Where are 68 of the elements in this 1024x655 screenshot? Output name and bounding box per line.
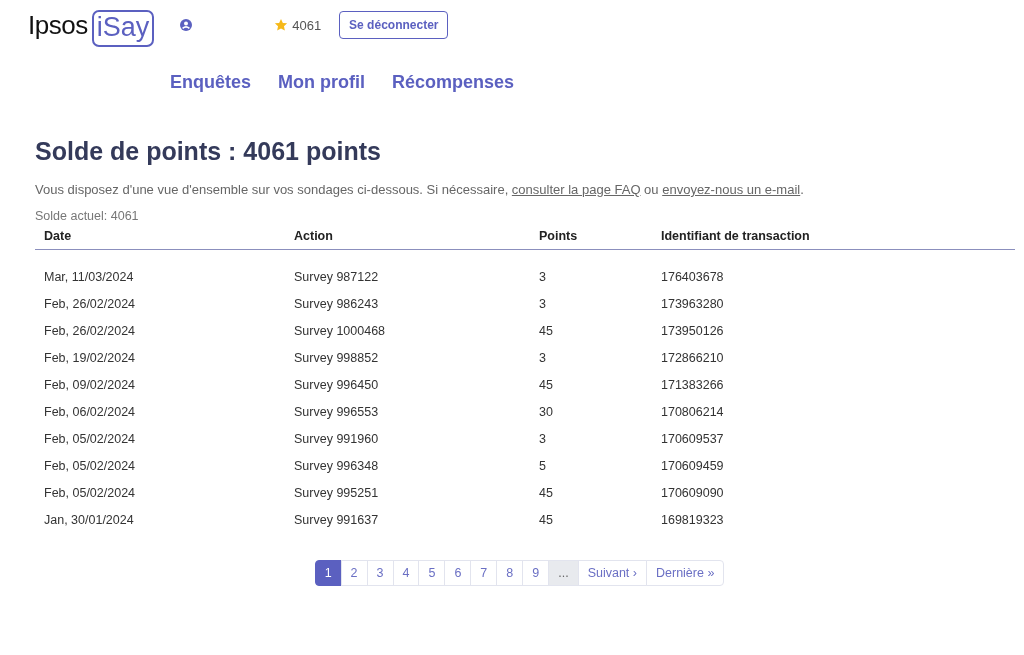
logout-button[interactable]: Se déconnecter: [339, 11, 449, 39]
table-cell-text: 3: [538, 350, 547, 367]
table-cell-text: 172866210: [660, 350, 725, 367]
table-cell-text: Feb, 26/02/2024: [43, 296, 137, 313]
page-link[interactable]: 2: [340, 560, 368, 586]
table-cell-text: Survey 986243: [293, 296, 380, 313]
nav-link[interactable]: Mon profil: [278, 72, 365, 93]
table-cell-text: 170806214: [660, 404, 725, 421]
table-cell-text: Survey 996553: [293, 404, 380, 421]
column-header: Date: [35, 227, 285, 250]
table-cell-text: 45: [538, 485, 554, 502]
table-cell-text: 170609090: [660, 485, 725, 502]
table-cell-text: Feb, 19/02/2024: [43, 350, 137, 367]
table-cell-text: 171383266: [660, 377, 725, 394]
table-cell-text: 5: [538, 458, 547, 475]
page-link[interactable]: Suivant ›: [577, 560, 647, 586]
table-cell-text: 45: [538, 512, 554, 529]
nav-link[interactable]: Enquêtes: [170, 72, 252, 93]
logo-brand: Ipsos: [28, 9, 88, 41]
table-cell-text: Survey 991960: [293, 431, 380, 448]
page-title: Solde de points : 4061 points: [35, 137, 382, 166]
table-cell-text: 45: [538, 377, 554, 394]
logo-speech-bubble: iSay: [91, 9, 155, 47]
page-link[interactable]: 9: [522, 560, 550, 586]
column-header: Identifiant de transaction: [652, 227, 1015, 250]
table-cell-text: 3: [538, 431, 547, 448]
table-cell-text: Feb, 26/02/2024: [43, 323, 137, 340]
user-icon[interactable]: [180, 19, 193, 31]
table-cell-text: Feb, 06/02/2024: [43, 404, 137, 421]
table-cell: 3: [530, 249, 652, 291]
table-cell-text: 169819323: [660, 512, 725, 529]
table-cell-text: 3: [538, 296, 547, 313]
page-link[interactable]: 5: [418, 560, 446, 586]
table-cell-text: 173950126: [660, 323, 725, 340]
table-cell-text: 173963280: [660, 296, 725, 313]
table-cell: Mar, 11/03/2024: [35, 249, 285, 291]
faq-link[interactable]: consulter la page FAQ: [511, 182, 641, 197]
star-icon: [274, 18, 289, 32]
page-link[interactable]: 6: [444, 560, 472, 586]
ellipsis-item[interactable]: ...: [548, 560, 579, 586]
table-cell-text: Survey 996450: [293, 377, 380, 394]
points-count: 4061: [292, 17, 322, 33]
table-cell-text: Survey 1000468: [293, 323, 387, 340]
page-link[interactable]: 1: [314, 560, 342, 586]
balance-text: Solde actuel: 4061: [35, 209, 140, 223]
table-cell-text: Survey 998852: [293, 350, 380, 367]
table-cell-text: Survey 995251: [293, 485, 380, 502]
table-cell-text: Feb, 05/02/2024: [43, 431, 137, 448]
table-cell-text: Feb, 09/02/2024: [43, 377, 137, 394]
table-cell-text: 170609537: [660, 431, 725, 448]
table-cell-text: Jan, 30/01/2024: [43, 512, 135, 529]
table-cell: 176403678: [652, 249, 1015, 291]
page-link[interactable]: 8: [496, 560, 524, 586]
table-cell-text: Survey 996348: [293, 458, 380, 475]
table-cell-text: Survey 991637: [293, 512, 380, 529]
table-cell-text: Feb, 05/02/2024: [43, 485, 137, 502]
page-link[interactable]: 3: [366, 560, 394, 586]
table-cell-text: 45: [538, 323, 554, 340]
column-header: Points: [530, 227, 652, 250]
table-cell-text: Feb, 05/02/2024: [43, 458, 137, 475]
table-cell: Survey 987122: [285, 249, 530, 291]
page-link[interactable]: Dernière »: [646, 560, 725, 586]
table-cell-text: 30: [538, 404, 554, 421]
intro-text: Vous disposez d'une vue d'ensemble sur vos sondages ci-dessous. Si nécessaire, consulter la page FAQ ou envoyez-nous un e-mail.: [35, 182, 805, 197]
nav-link[interactable]: Récompenses: [392, 72, 515, 93]
column-header: Action: [285, 227, 530, 250]
table-cell-text: 170609459: [660, 458, 725, 475]
page-link[interactable]: 7: [470, 560, 498, 586]
